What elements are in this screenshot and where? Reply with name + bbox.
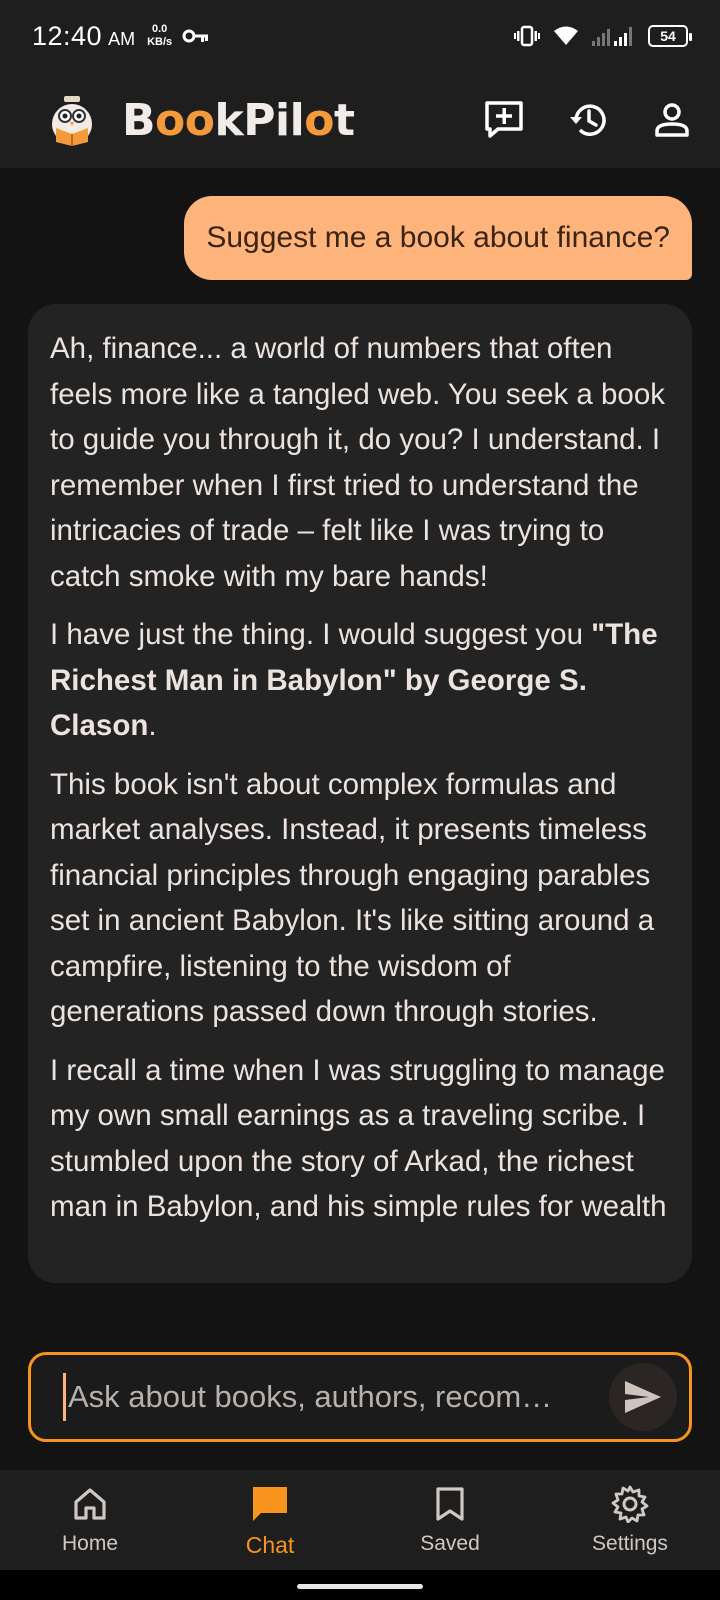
status-bar: 12:40 AM 0.0 KB/s 54 [0, 0, 720, 72]
network-speed: 0.0 KB/s [147, 23, 172, 49]
profile-button[interactable] [650, 98, 694, 142]
battery-indicator: 54 [648, 25, 692, 47]
home-icon [74, 1488, 106, 1520]
network-speed-value: 0.0 [151, 23, 168, 35]
bookmark-icon [436, 1487, 464, 1521]
bottom-navigation: Home Chat Saved Settings [0, 1470, 720, 1570]
app-bar: BookPilot [0, 72, 720, 168]
vpn-key-icon [182, 29, 209, 43]
bot-message-paragraph: I recall a time when I was struggling to… [50, 1053, 667, 1224]
nav-settings[interactable]: Settings [540, 1470, 720, 1570]
new-chat-button[interactable] [482, 98, 526, 142]
bookpilot-mascot-logo [52, 96, 92, 146]
send-button[interactable] [609, 1363, 677, 1431]
bot-message-paragraph: Ah, finance... a world of numbers that o… [50, 332, 665, 593]
signal-icon [592, 27, 632, 46]
system-gesture-bar [0, 1570, 720, 1600]
send-icon [625, 1381, 661, 1413]
user-message-text: Suggest me a book about finance? [206, 221, 670, 254]
nav-settings-label: Settings [592, 1532, 668, 1555]
gear-icon [611, 1485, 649, 1523]
wifi-icon [554, 26, 578, 45]
history-icon [570, 104, 606, 136]
nav-saved-label: Saved [420, 1532, 480, 1555]
battery-level: 54 [660, 28, 676, 44]
nav-home-label: Home [61, 1532, 119, 1555]
bot-message-bubble: Ah, finance... a world of numbers that o… [28, 304, 692, 1283]
status-ampm: AM [108, 28, 136, 49]
chat-input[interactable] [68, 1379, 599, 1415]
nav-chat-label: Chat [245, 1532, 295, 1558]
network-speed-unit: KB/s [147, 36, 173, 48]
history-button[interactable] [566, 98, 610, 142]
status-time: 12:40 [32, 20, 103, 51]
user-message-bubble: Suggest me a book about finance? [184, 196, 692, 280]
bookpilot-wordmark: BookPilot [122, 94, 355, 146]
bot-message-paragraph: This book isn't about complex formulas a… [50, 767, 655, 1029]
vibrate-icon [514, 25, 540, 47]
person-icon [655, 103, 689, 137]
nav-saved[interactable]: Saved [360, 1470, 540, 1570]
chat-bubble-icon [253, 1487, 287, 1521]
nav-chat[interactable]: Chat [180, 1470, 360, 1570]
chat-input-container [28, 1352, 692, 1442]
bot-message-paragraph: I have just the thing. I would suggest y… [50, 618, 658, 742]
new-chat-icon [485, 101, 523, 138]
text-caret [63, 1373, 66, 1421]
home-gesture-handle[interactable] [297, 1584, 423, 1589]
chat-messages[interactable]: Suggest me a book about finance? Ah, fin… [0, 168, 720, 1336]
nav-home[interactable]: Home [0, 1470, 180, 1570]
